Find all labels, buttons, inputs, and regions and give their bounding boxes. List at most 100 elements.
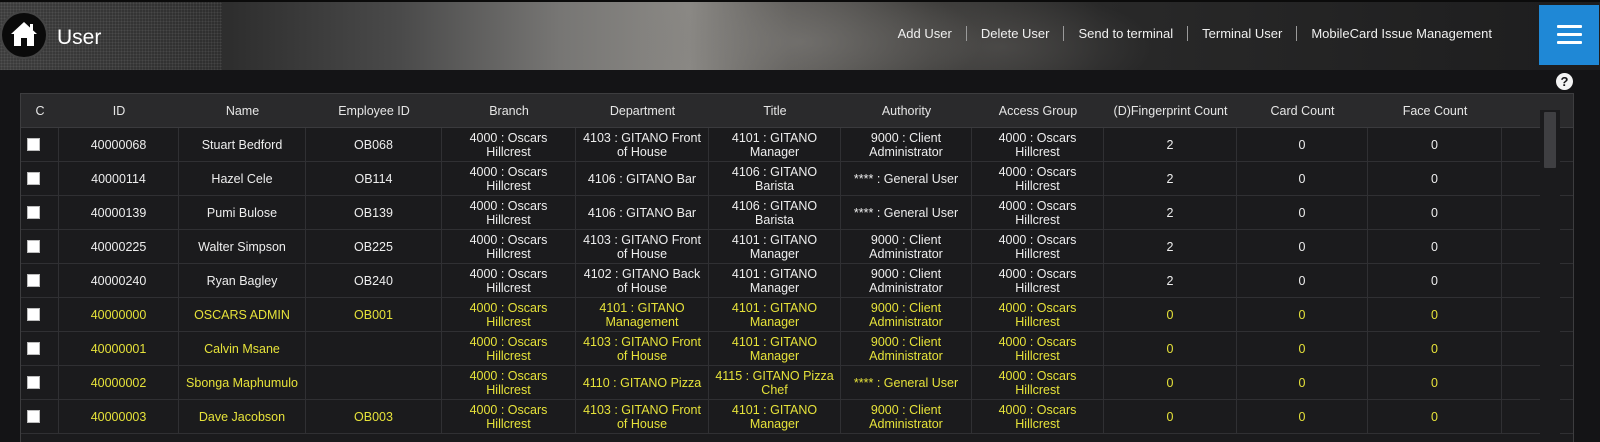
cell-filler (1502, 162, 1573, 196)
cell-name: Stuart Bedford (179, 128, 306, 162)
cell-id: 40000000 (59, 298, 179, 332)
header-col-c[interactable]: C (21, 94, 59, 128)
send-to-terminal-button[interactable]: Send to terminal (1078, 26, 1173, 41)
cell-department: 4103 : GITANO Front of House (576, 332, 709, 366)
cell-employee-id: OB225 (306, 230, 442, 264)
cell-card-count: 0 (1237, 128, 1368, 162)
cell-card-count: 0 (1237, 366, 1368, 400)
header-col-id[interactable]: ID (59, 94, 179, 128)
cell-access-group: 4000 : Oscars Hillcrest (972, 366, 1104, 400)
cell-employee-id: OB068 (306, 128, 442, 162)
table-row[interactable]: 40000114 Hazel Cele OB114 4000 : Oscars Hil… (21, 162, 1573, 196)
cell-branch: 4000 : Oscars Hillcrest (442, 128, 576, 162)
row-checkbox[interactable] (27, 410, 40, 423)
table-row[interactable]: 40000240 Ryan Bagley OB240 4000 : Oscars Hi… (21, 264, 1573, 298)
cell-branch: 4000 : Oscars Hillcrest (442, 264, 576, 298)
cell-select (21, 264, 59, 298)
cell-authority: **** : General User (841, 196, 972, 230)
cell-branch: 4000 : Oscars Hillcrest (442, 298, 576, 332)
cell-fingerprint-count: 2 (1104, 264, 1237, 298)
cell-filler (1502, 196, 1573, 230)
vertical-scrollbar[interactable] (1540, 110, 1560, 442)
cell-select (21, 230, 59, 264)
cell-title: 4101 : GITANO Manager (709, 332, 841, 366)
row-checkbox[interactable] (27, 138, 40, 151)
table-row[interactable]: 40000225 Walter Simpson OB225 4000 : Oscars… (21, 230, 1573, 264)
cell-title: 4115 : GITANO Pizza Chef (709, 366, 841, 400)
table-body: 40000068 Stuart Bedford OB068 4000 : Oscars… (21, 128, 1573, 434)
cell-face-count: 0 (1368, 196, 1502, 230)
table-row[interactable]: 40000003 Dave Jacobson OB003 4000 : Oscars … (21, 400, 1573, 434)
cell-access-group: 4000 : Oscars Hillcrest (972, 196, 1104, 230)
cell-card-count: 0 (1237, 298, 1368, 332)
header-col-department[interactable]: Department (576, 94, 709, 128)
top-menu: Add User Delete User Send to terminal Te… (898, 26, 1492, 41)
header-col-card-count[interactable]: Card Count (1237, 94, 1368, 128)
header-col-title[interactable]: Title (709, 94, 841, 128)
table-header-row: C ID Name Employee ID Branch Department Title A… (21, 94, 1573, 128)
row-checkbox[interactable] (27, 240, 40, 253)
cell-select (21, 400, 59, 434)
cell-fingerprint-count: 2 (1104, 128, 1237, 162)
header-col-employee-id[interactable]: Employee ID (306, 94, 442, 128)
cell-employee-id (306, 366, 442, 400)
hamburger-menu-button[interactable] (1539, 5, 1599, 65)
cell-access-group: 4000 : Oscars Hillcrest (972, 162, 1104, 196)
row-checkbox[interactable] (27, 172, 40, 185)
cell-employee-id: OB001 (306, 298, 442, 332)
row-checkbox[interactable] (27, 274, 40, 287)
cell-department: 4103 : GITANO Front of House (576, 400, 709, 434)
mobilecard-issue-management-button[interactable]: MobileCard Issue Management (1311, 26, 1492, 41)
header-filler (1502, 94, 1573, 128)
cell-access-group: 4000 : Oscars Hillcrest (972, 230, 1104, 264)
cell-fingerprint-count: 2 (1104, 196, 1237, 230)
row-checkbox[interactable] (27, 342, 40, 355)
cell-filler (1502, 264, 1573, 298)
table-row[interactable]: 40000139 Pumi Bulose OB139 4000 : Oscars Hi… (21, 196, 1573, 230)
cell-authority: 9000 : Client Administrator (841, 264, 972, 298)
cell-authority: 9000 : Client Administrator (841, 298, 972, 332)
cell-select (21, 332, 59, 366)
table-row[interactable]: 40000002 Sbonga Maphumulo 4000 : Oscars Hi… (21, 366, 1573, 400)
cell-face-count: 0 (1368, 400, 1502, 434)
cell-select (21, 162, 59, 196)
header-col-branch[interactable]: Branch (442, 94, 576, 128)
header-col-name[interactable]: Name (179, 94, 306, 128)
cell-card-count: 0 (1237, 264, 1368, 298)
terminal-user-button[interactable]: Terminal User (1202, 26, 1282, 41)
cell-employee-id: OB003 (306, 400, 442, 434)
row-checkbox[interactable] (27, 376, 40, 389)
cell-id: 40000068 (59, 128, 179, 162)
page-title: User (57, 26, 102, 49)
cell-fingerprint-count: 0 (1104, 400, 1237, 434)
table-row[interactable]: 40000001 Calvin Msane 4000 : Oscars Hillcr… (21, 332, 1573, 366)
cell-face-count: 0 (1368, 264, 1502, 298)
user-table-grid: C ID Name Employee ID Branch Department Title A… (21, 94, 1573, 434)
row-checkbox[interactable] (27, 308, 40, 321)
add-user-button[interactable]: Add User (898, 26, 952, 41)
cell-title: 4101 : GITANO Manager (709, 264, 841, 298)
header-col-authority[interactable]: Authority (841, 94, 972, 128)
cell-select (21, 298, 59, 332)
cell-fingerprint-count: 2 (1104, 162, 1237, 196)
cell-card-count: 0 (1237, 332, 1368, 366)
header-col-face-count[interactable]: Face Count (1368, 94, 1502, 128)
scrollbar-thumb[interactable] (1544, 112, 1556, 168)
cell-face-count: 0 (1368, 298, 1502, 332)
cell-branch: 4000 : Oscars Hillcrest (442, 400, 576, 434)
table-row[interactable]: 40000000 OSCARS ADMIN OB001 4000 : Oscars H… (21, 298, 1573, 332)
menu-separator (965, 26, 967, 41)
help-icon[interactable]: ? (1556, 73, 1573, 90)
home-button[interactable] (2, 13, 46, 57)
cell-face-count: 0 (1368, 332, 1502, 366)
cell-id: 40000003 (59, 400, 179, 434)
cell-id: 40000002 (59, 366, 179, 400)
table-row[interactable]: 40000068 Stuart Bedford OB068 4000 : Oscars… (21, 128, 1573, 162)
header-col-access-group[interactable]: Access Group (972, 94, 1104, 128)
cell-fingerprint-count: 0 (1104, 366, 1237, 400)
delete-user-button[interactable]: Delete User (981, 26, 1050, 41)
header-col-fingerprint-count[interactable]: (D)Fingerprint Count (1104, 94, 1237, 128)
cell-card-count: 0 (1237, 162, 1368, 196)
cell-authority: **** : General User (841, 366, 972, 400)
row-checkbox[interactable] (27, 206, 40, 219)
